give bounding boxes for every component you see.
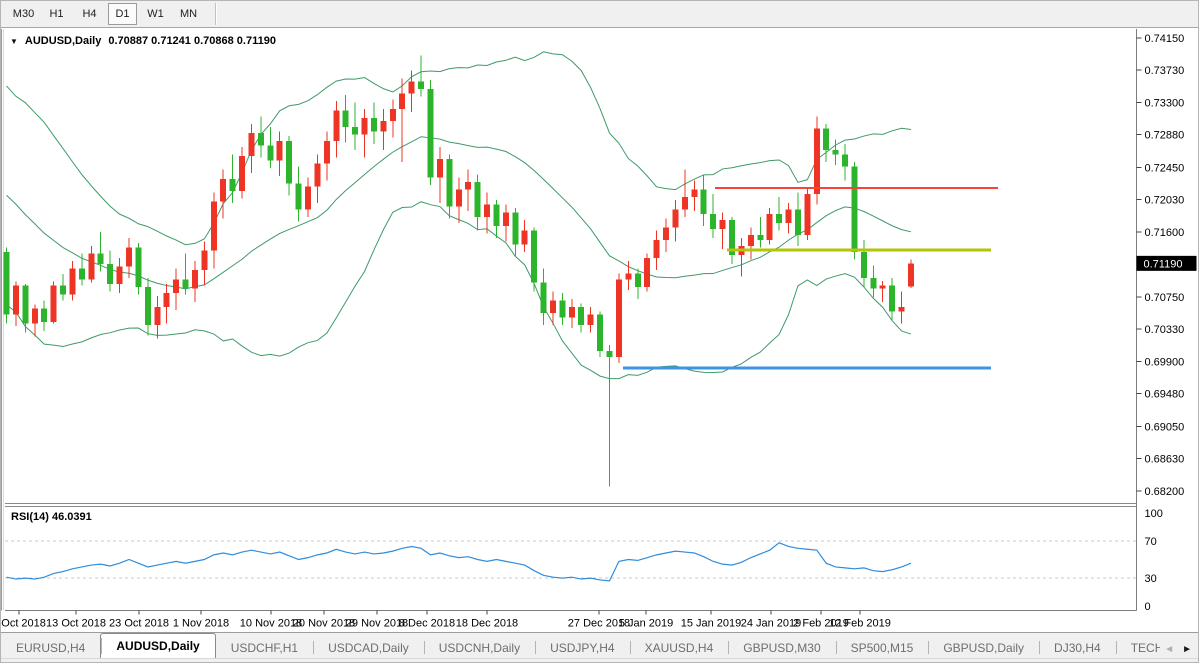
date-axis-label: 1 Nov 2018	[173, 618, 229, 630]
chart-ohlc-values: 0.70887 0.71241 0.70868 0.71190	[108, 35, 276, 47]
chart-area[interactable]: 0.74150 0.73730 0.73300 0.72880 0.72450 0.720…	[1, 29, 1199, 632]
tab-sp500-m15[interactable]: SP500,M15	[836, 637, 929, 658]
toolbar-separator	[215, 3, 216, 25]
rsi-line	[7, 543, 912, 581]
tab-scroll-left-icon[interactable]: ◄	[1164, 644, 1174, 655]
chart-canvas[interactable]: 0.74150 0.73730 0.73300 0.72880 0.72450 0.720…	[1, 29, 1199, 632]
tab-gbpusd-m30[interactable]: GBPUSD,M30	[728, 637, 835, 658]
date-axis-label: 12 Feb 2019	[829, 618, 891, 630]
candles-layer	[4, 56, 915, 487]
timeframe-button-m30[interactable]: M30	[9, 3, 38, 25]
date-axis-label: 15 Jan 2019	[681, 618, 742, 630]
date-axis-label: 8 Dec 2018	[399, 618, 455, 630]
tab-eurusd-h4[interactable]: EURUSD,H4	[1, 637, 100, 658]
price-axis-label: 0.68630	[1145, 453, 1185, 465]
tab-audusd-daily[interactable]: AUDUSD,Daily	[100, 633, 215, 658]
chart-symbol-label: AUDUSD,Daily	[25, 35, 101, 47]
date-axis-label: 18 Dec 2018	[456, 618, 518, 630]
timeframe-button-d1[interactable]: D1	[108, 3, 137, 25]
timeframe-button-h4[interactable]: H4	[75, 3, 104, 25]
price-axis-label: 0.72030	[1145, 194, 1185, 206]
date-axis-label: 13 Oct 2018	[46, 618, 106, 630]
date-axis-label: 5 Jan 2019	[619, 618, 673, 630]
rsi-axis-label: 0	[1145, 601, 1151, 613]
current-price-badge: 0.71190	[1137, 256, 1197, 271]
symbol-dropdown-icon[interactable]: ▼	[10, 37, 18, 46]
chart-title: ▼ AUDUSD,Daily 0.70887 0.71241 0.70868 0…	[10, 35, 276, 47]
date-axis: 4 Oct 201813 Oct 201823 Oct 2018 1 Nov 20…	[1, 611, 891, 630]
tab-usdjpy-h4[interactable]: USDJPY,H4	[535, 637, 629, 658]
price-axis-label: 0.73300	[1145, 98, 1185, 110]
tab-usdcnh-daily[interactable]: USDCNH,Daily	[424, 637, 535, 658]
date-axis-label: 23 Oct 2018	[109, 618, 169, 630]
tab-scroll-controls: ◄ ►	[1160, 644, 1199, 658]
price-axis-label: 0.68200	[1145, 486, 1185, 498]
timeframe-button-w1[interactable]: W1	[141, 3, 170, 25]
date-axis-label: 4 Oct 2018	[1, 618, 46, 630]
timeframe-button-mn[interactable]: MN	[174, 3, 203, 25]
rsi-axis-label: 70	[1145, 536, 1157, 548]
current-price-label: 0.71190	[1144, 258, 1183, 270]
timeframe-button-h1[interactable]: H1	[42, 3, 71, 25]
price-axis-label: 0.69050	[1145, 421, 1185, 433]
price-axis-label: 0.69480	[1145, 389, 1185, 401]
tab-usdchf-h1[interactable]: USDCHF,H1	[216, 637, 313, 658]
symbol-tabbar: EURUSD,H4 AUDUSD,Daily USDCHF,H1 USDCAD,…	[1, 632, 1199, 658]
rsi-axis-label: 30	[1145, 573, 1157, 585]
price-axis-label: 0.72880	[1145, 130, 1185, 142]
tab-xauusd-h4[interactable]: XAUUSD,H4	[630, 637, 729, 658]
tab-gbpusd-daily[interactable]: GBPUSD,Daily	[928, 637, 1039, 658]
tab-scroll-right-icon[interactable]: ►	[1182, 644, 1192, 655]
rsi-pane: 100 70 30 0	[5, 508, 1163, 613]
rsi-axis-label: 100	[1145, 508, 1163, 520]
tab-tech100-h1[interactable]: TECH100,H1	[1116, 637, 1160, 658]
chart-frame	[2, 29, 1137, 611]
rsi-indicator-label: RSI(14) 46.0391	[11, 511, 92, 523]
price-axis-label: 0.70330	[1145, 324, 1185, 336]
price-axis-label: 0.69900	[1145, 357, 1185, 369]
status-strip	[1, 658, 1199, 663]
price-axis-label: 0.70750	[1145, 292, 1185, 304]
symbol-tabs: EURUSD,H4 AUDUSD,Daily USDCHF,H1 USDCAD,…	[1, 633, 1160, 658]
tab-usdcad-daily[interactable]: USDCAD,Daily	[313, 637, 424, 658]
mt4-window: M30 H1 H4 D1 W1 MN 0.74150 0.73730 0.73300…	[0, 0, 1199, 663]
timeframe-toolbar: M30 H1 H4 D1 W1 MN	[1, 1, 1198, 28]
price-axis-label: 0.73730	[1145, 65, 1185, 77]
price-axis-label: 0.74150	[1145, 33, 1185, 45]
price-axis-label: 0.72450	[1145, 162, 1185, 174]
tab-dj30-h4[interactable]: DJ30,H4	[1039, 637, 1116, 658]
bollinger-lower-band	[7, 202, 912, 379]
price-axis-label: 0.71600	[1145, 227, 1185, 239]
